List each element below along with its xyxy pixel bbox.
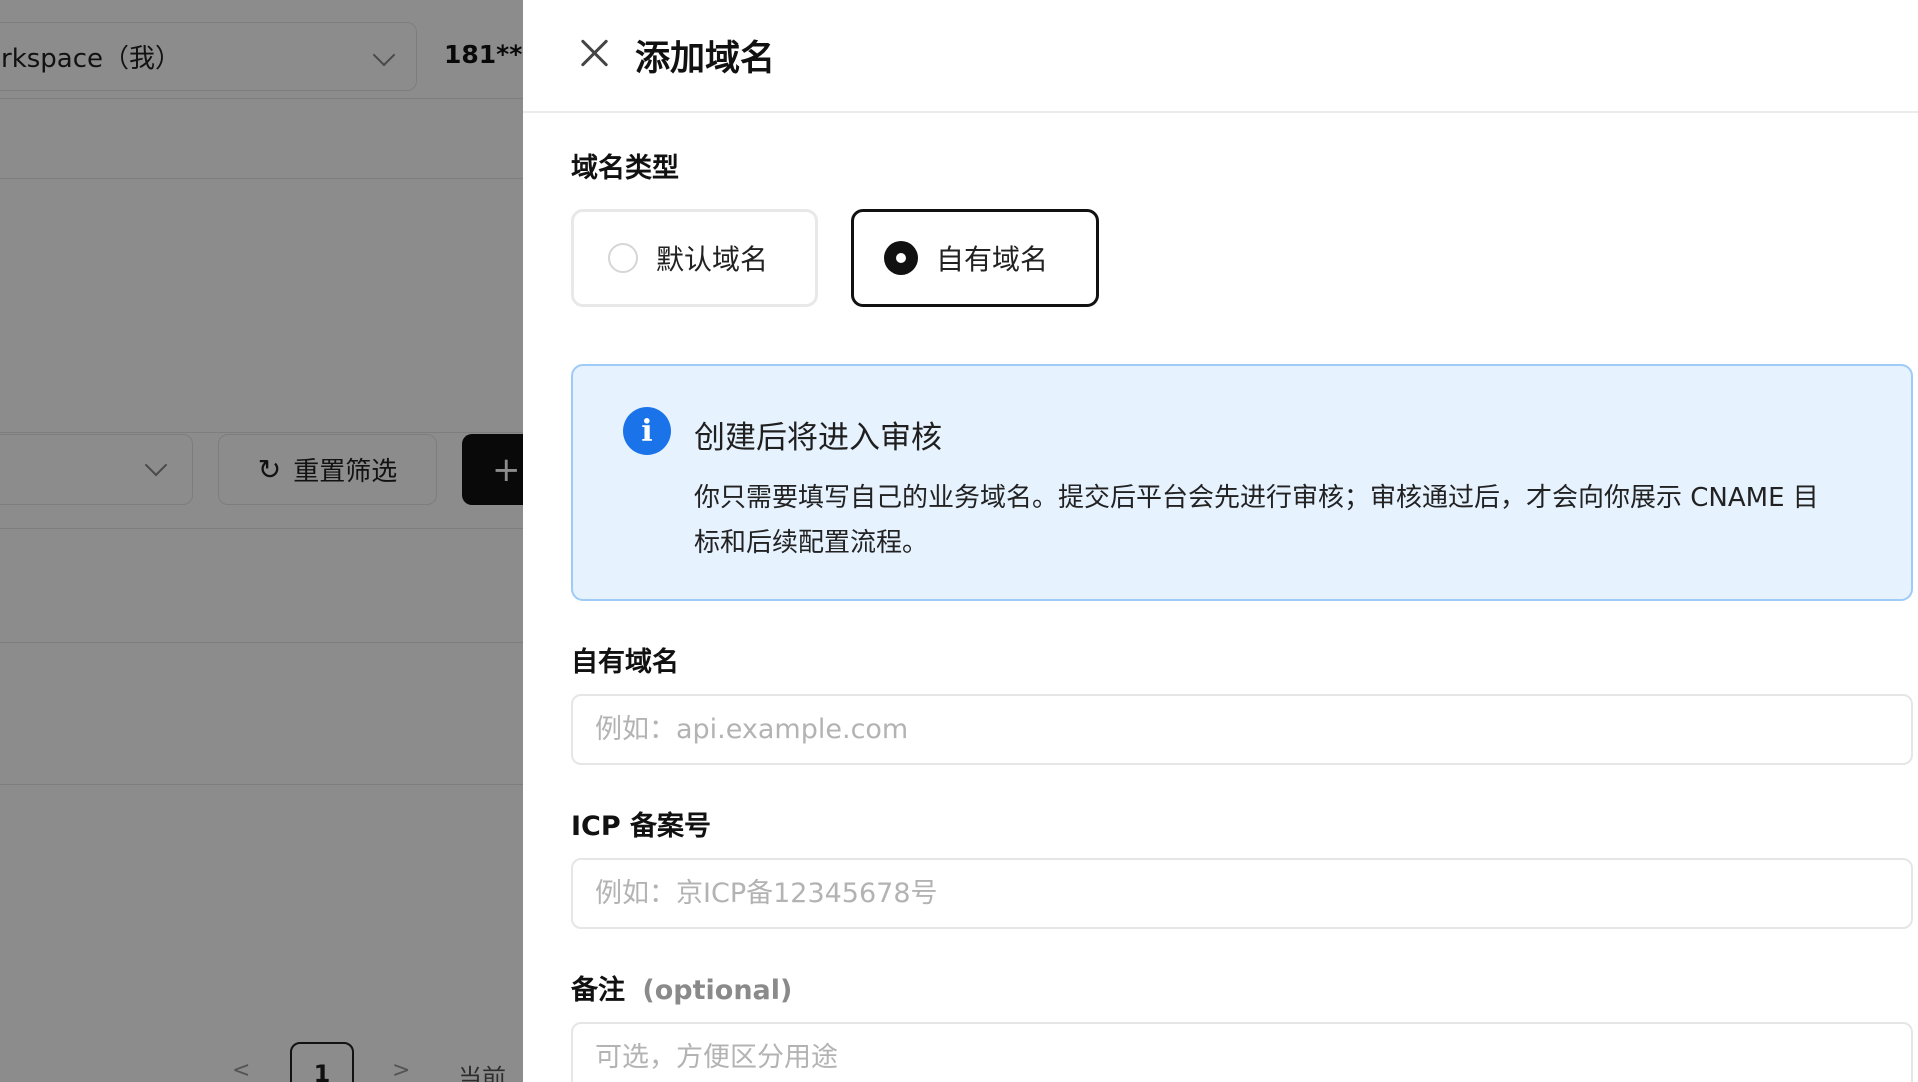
radio-default-domain-label: 默认域名 (656, 243, 769, 276)
own-domain-label: 自有域名 (571, 647, 679, 678)
radio-unchecked-icon (608, 243, 638, 273)
notice-body: 你只需要填写自己的业务域名。提交后平台会先进行审核；审核通过后，才会向你展示 C… (694, 483, 1819, 558)
drawer-header: 添加域名 (523, 0, 1918, 113)
radio-default-domain[interactable]: 默认域名 (571, 209, 818, 307)
notice-title: 创建后将进入审核 (694, 420, 942, 456)
screen: rkspace（我） 181*** ↻ 重置筛选 + < 1 > 当前 (0, 0, 1918, 1082)
icp-label: ICP 备案号 (571, 811, 712, 842)
modal-overlay[interactable] (0, 0, 523, 1082)
remark-label-text: 备注 (571, 975, 625, 1006)
close-icon[interactable] (576, 35, 612, 71)
background-page: rkspace（我） 181*** ↻ 重置筛选 + < 1 > 当前 (0, 0, 523, 1082)
review-notice: i 创建后将进入审核 你只需要填写自己的业务域名。提交后平台会先进行审核；审核通… (571, 364, 1913, 601)
remark-input[interactable] (571, 1022, 1913, 1082)
radio-own-domain[interactable]: 自有域名 (851, 209, 1099, 307)
drawer-title: 添加域名 (635, 39, 776, 79)
radio-checked-icon (884, 241, 918, 275)
radio-own-domain-label: 自有域名 (936, 243, 1049, 276)
info-icon: i (623, 407, 671, 455)
optional-tag: (optional) (642, 975, 793, 1006)
own-domain-input[interactable] (571, 694, 1913, 765)
icp-number-input[interactable] (571, 858, 1913, 929)
add-domain-drawer: 添加域名 域名类型 默认域名 自有域名 i 创建后将进入审核 你只需要填写自己的… (523, 0, 1918, 1082)
remark-label: 备注 (optional) (571, 968, 792, 1007)
domain-type-label: 域名类型 (571, 153, 679, 184)
